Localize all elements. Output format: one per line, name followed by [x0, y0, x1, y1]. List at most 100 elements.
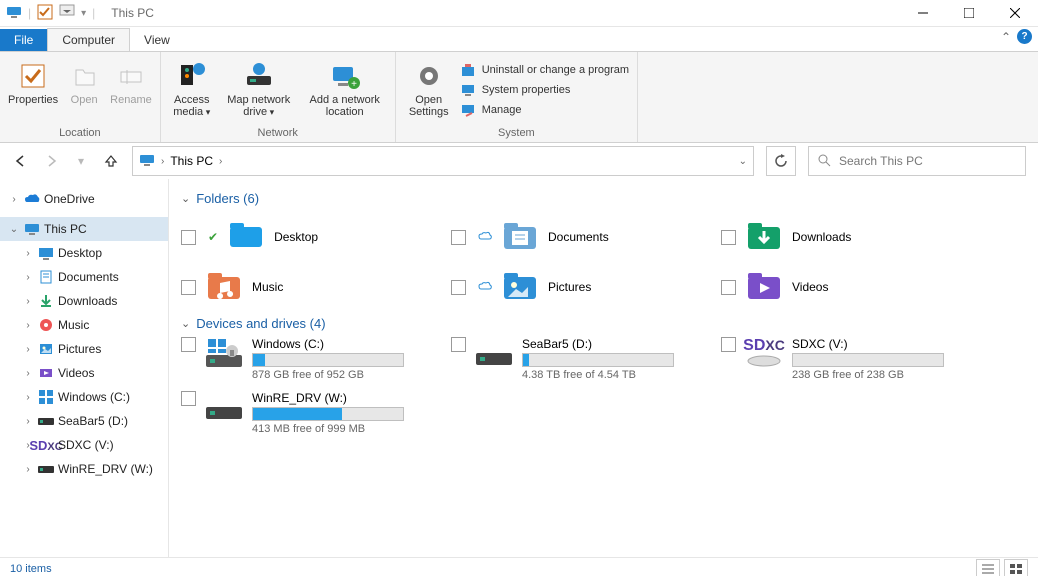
chevron-right-icon[interactable]: ›: [22, 464, 34, 475]
maximize-button[interactable]: [946, 0, 992, 26]
forward-button[interactable]: [42, 152, 60, 170]
nav-item-icon: SDXC: [38, 437, 54, 453]
drive-item[interactable]: Windows (C:)878 GB free of 952 GB: [181, 337, 441, 381]
folder-item[interactable]: ✔Desktop: [181, 212, 441, 262]
nav-item[interactable]: ›SDXCSDXC (V:): [0, 433, 168, 457]
drive-item[interactable]: WinRE_DRV (W:)413 MB free of 999 MB: [181, 391, 441, 435]
folder-item[interactable]: Videos: [721, 262, 981, 312]
folder-item[interactable]: Documents: [451, 212, 711, 262]
nav-item[interactable]: › Downloads: [0, 289, 168, 313]
group-header-folders[interactable]: ⌄ Folders (6): [181, 191, 1026, 206]
folder-icon: [744, 267, 784, 307]
nav-thispc[interactable]: ⌄ This PC: [0, 217, 168, 241]
item-checkbox[interactable]: [451, 230, 466, 245]
chevron-right-icon[interactable]: ›: [22, 416, 34, 427]
details-view-button[interactable]: [976, 559, 1000, 576]
folder-item[interactable]: Music: [181, 262, 441, 312]
address-bar[interactable]: › This PC › ⌄: [132, 146, 754, 176]
nav-item-icon: [38, 389, 54, 405]
nav-item[interactable]: ›Music: [0, 313, 168, 337]
close-button[interactable]: [992, 0, 1038, 26]
chevron-right-icon[interactable]: ›: [22, 272, 34, 283]
chevron-right-icon[interactable]: ›: [8, 194, 20, 205]
nav-item[interactable]: ›SeaBar5 (D:): [0, 409, 168, 433]
qat-overflow-icon[interactable]: ▾: [81, 8, 86, 19]
chevron-down-icon[interactable]: ⌄: [8, 224, 20, 235]
up-button[interactable]: [102, 152, 120, 170]
system-properties-button[interactable]: System properties: [460, 80, 629, 100]
item-checkbox[interactable]: [451, 337, 466, 352]
ribbon-tabs: File Computer View ⌃ ?: [0, 27, 1038, 51]
nav-item-label: Windows (C:): [58, 390, 130, 404]
chevron-right-icon[interactable]: ›: [22, 368, 34, 379]
item-checkbox[interactable]: [721, 280, 736, 295]
uninstall-program-button[interactable]: Uninstall or change a program: [460, 60, 629, 80]
nav-item[interactable]: › Documents: [0, 265, 168, 289]
settings-gear-icon: [413, 60, 445, 92]
folder-item[interactable]: Pictures: [451, 262, 711, 312]
crumb-sep-icon[interactable]: ›: [161, 156, 164, 167]
chevron-right-icon[interactable]: ›: [22, 248, 34, 259]
tab-computer[interactable]: Computer: [47, 28, 130, 51]
item-checkbox[interactable]: [451, 280, 466, 295]
item-checkbox[interactable]: [181, 337, 196, 352]
media-server-icon: [176, 60, 208, 92]
qat-dropdown-icon[interactable]: [59, 4, 75, 23]
chevron-right-icon[interactable]: ›: [22, 296, 34, 307]
address-bar-row: ▾ › This PC › ⌄ Search This PC: [0, 143, 1038, 179]
nav-item-label: Downloads: [58, 294, 117, 308]
breadcrumb[interactable]: This PC: [170, 154, 213, 168]
refresh-button[interactable]: [766, 146, 796, 176]
manage-icon: [460, 102, 476, 118]
nav-item-label: Documents: [58, 270, 119, 284]
nav-item[interactable]: ›Videos: [0, 361, 168, 385]
item-checkbox[interactable]: [721, 337, 736, 352]
open-button[interactable]: Open: [64, 56, 104, 127]
manage-button[interactable]: Manage: [460, 100, 629, 120]
drive-item[interactable]: SDXCSDXC (V:)238 GB free of 238 GB: [721, 337, 981, 381]
item-count: 10 items: [10, 563, 52, 575]
large-icons-view-button[interactable]: [1004, 559, 1028, 576]
nav-item[interactable]: › Windows (C:): [0, 385, 168, 409]
add-network-location-button[interactable]: + Add a network location: [303, 56, 387, 127]
item-checkbox[interactable]: [181, 280, 196, 295]
chevron-right-icon[interactable]: ›: [22, 344, 34, 355]
nav-item-label: SDXC (V:): [58, 438, 114, 452]
minimize-button[interactable]: [900, 0, 946, 26]
nav-item[interactable]: ›Pictures: [0, 337, 168, 361]
status-bar: 10 items: [0, 557, 1038, 576]
nav-item[interactable]: ›WinRE_DRV (W:): [0, 457, 168, 481]
address-dropdown-icon[interactable]: ⌄: [739, 156, 747, 167]
search-input[interactable]: Search This PC: [808, 146, 1026, 176]
folder-label: Videos: [792, 280, 828, 294]
item-checkbox[interactable]: [181, 230, 196, 245]
nav-onedrive[interactable]: › OneDrive: [0, 187, 168, 211]
qat-separator: |: [28, 6, 31, 20]
tab-file[interactable]: File: [0, 29, 47, 51]
item-checkbox[interactable]: [181, 391, 196, 406]
item-checkbox[interactable]: [721, 230, 736, 245]
access-media-button[interactable]: Access media: [169, 56, 215, 127]
back-button[interactable]: [12, 152, 30, 170]
rename-button[interactable]: Rename: [110, 56, 152, 127]
capacity-bar: [252, 353, 404, 367]
chevron-right-icon[interactable]: ›: [22, 320, 34, 331]
chevron-right-icon[interactable]: ›: [22, 392, 34, 403]
properties-button[interactable]: Properties: [8, 56, 58, 127]
checkbox-qat-icon[interactable]: [37, 4, 53, 23]
folder-item[interactable]: Downloads: [721, 212, 981, 262]
folder-icon: [500, 267, 540, 307]
map-drive-button[interactable]: Map network drive: [221, 56, 297, 127]
open-settings-button[interactable]: Open Settings: [404, 56, 454, 127]
nav-item[interactable]: ›Desktop: [0, 241, 168, 265]
tab-view[interactable]: View: [130, 29, 184, 51]
help-icon[interactable]: ?: [1017, 29, 1032, 44]
ribbon-collapse-icon[interactable]: ⌃: [1001, 30, 1011, 44]
drive-icon: SDXC: [744, 337, 784, 369]
nav-item-icon: [38, 269, 54, 285]
folder-icon: [744, 217, 784, 257]
drive-item[interactable]: SeaBar5 (D:)4.38 TB free of 4.54 TB: [451, 337, 711, 381]
crumb-sep-icon[interactable]: ›: [219, 156, 222, 167]
group-header-drives[interactable]: ⌄ Devices and drives (4): [181, 316, 1026, 331]
recent-dropdown-icon[interactable]: ▾: [72, 152, 90, 170]
